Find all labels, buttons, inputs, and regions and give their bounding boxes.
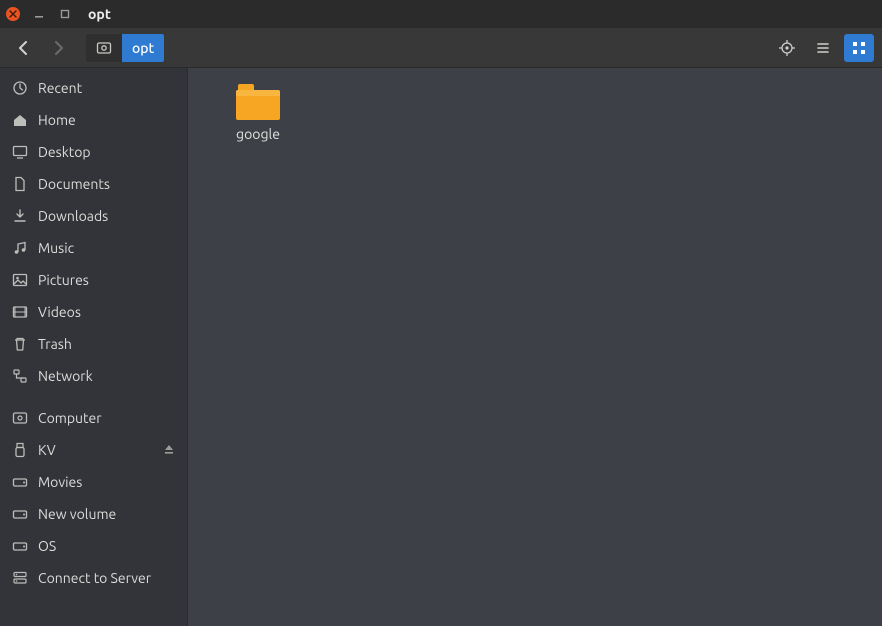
sidebar-item-label: Downloads <box>38 208 108 224</box>
sidebar-item-network[interactable]: Network <box>0 360 187 392</box>
sidebar-item-label: New volume <box>38 506 116 522</box>
list-view-icon <box>815 40 831 56</box>
sidebar-item-home[interactable]: Home <box>0 104 187 136</box>
sidebar-item-label: Connect to Server <box>38 570 151 586</box>
sidebar-item-label: OS <box>38 538 56 554</box>
path-segment-root[interactable] <box>86 34 122 62</box>
sidebar-item-label: Music <box>38 240 74 256</box>
usb-icon <box>12 442 28 458</box>
nav-back-button[interactable] <box>16 40 32 56</box>
location-button[interactable] <box>772 34 802 62</box>
sidebar-item-os[interactable]: OS <box>0 530 187 562</box>
path-current-label: opt <box>132 40 154 56</box>
trash-icon <box>12 336 28 352</box>
sidebar-item-label: Home <box>38 112 76 128</box>
sidebar-item-label: Documents <box>38 176 110 192</box>
sidebar-item-trash[interactable]: Trash <box>0 328 187 360</box>
downloads-icon <box>12 208 28 224</box>
folder-item[interactable]: google <box>210 84 306 142</box>
desktop-icon <box>12 144 28 160</box>
window-close-button[interactable] <box>6 7 20 21</box>
sidebar-item-kv[interactable]: KV <box>0 434 187 466</box>
toolbar: opt <box>0 28 882 68</box>
sidebar-item-label: KV <box>38 442 56 458</box>
drive-icon <box>12 506 28 522</box>
sidebar-item-label: Videos <box>38 304 81 320</box>
workspace: Recent Home Desktop Documents Downloads … <box>0 68 882 626</box>
sidebar-item-new-volume[interactable]: New volume <box>0 498 187 530</box>
sidebar-item-downloads[interactable]: Downloads <box>0 200 187 232</box>
path-segment-current[interactable]: opt <box>122 34 164 62</box>
eject-icon <box>163 443 175 455</box>
path-bar[interactable]: opt <box>86 34 164 62</box>
sidebar-item-label: Recent <box>38 80 82 96</box>
server-icon <box>12 570 28 586</box>
sidebar-item-recent[interactable]: Recent <box>0 72 187 104</box>
sidebar-item-documents[interactable]: Documents <box>0 168 187 200</box>
sidebar-item-computer[interactable]: Computer <box>0 402 187 434</box>
window-maximize-button[interactable] <box>58 7 72 21</box>
location-icon <box>778 39 796 57</box>
sidebar: Recent Home Desktop Documents Downloads … <box>0 68 188 626</box>
videos-icon <box>12 304 28 320</box>
computer-icon <box>12 410 28 426</box>
grid-view-icon <box>851 40 867 56</box>
drive-icon <box>12 474 28 490</box>
nav-buttons <box>8 40 74 56</box>
drive-icon <box>12 538 28 554</box>
folder-label: google <box>236 126 280 142</box>
sidebar-item-label: Movies <box>38 474 82 490</box>
sidebar-item-desktop[interactable]: Desktop <box>0 136 187 168</box>
close-icon <box>9 10 17 18</box>
network-icon <box>12 368 28 384</box>
sidebar-item-connect-server[interactable]: Connect to Server <box>0 562 187 594</box>
pictures-icon <box>12 272 28 288</box>
documents-icon <box>12 176 28 192</box>
sidebar-item-music[interactable]: Music <box>0 232 187 264</box>
sidebar-item-pictures[interactable]: Pictures <box>0 264 187 296</box>
disk-icon <box>96 40 112 56</box>
toolbar-actions <box>772 34 874 62</box>
list-view-button[interactable] <box>808 34 838 62</box>
music-icon <box>12 240 28 256</box>
grid-view-button[interactable] <box>844 34 874 62</box>
sidebar-item-label: Desktop <box>38 144 91 160</box>
folder-icon <box>236 84 280 120</box>
recent-icon <box>12 80 28 96</box>
window-minimize-button[interactable] <box>32 7 46 21</box>
sidebar-item-videos[interactable]: Videos <box>0 296 187 328</box>
sidebar-item-label: Computer <box>38 410 102 426</box>
sidebar-item-movies[interactable]: Movies <box>0 466 187 498</box>
minimize-icon <box>34 9 44 19</box>
sidebar-item-label: Trash <box>38 336 72 352</box>
nav-forward-button[interactable] <box>50 40 66 56</box>
title-bar: opt <box>0 0 882 28</box>
chevron-right-icon <box>52 41 64 55</box>
sidebar-item-label: Network <box>38 368 93 384</box>
chevron-left-icon <box>18 41 30 55</box>
home-icon <box>12 112 28 128</box>
window-title: opt <box>88 6 111 22</box>
sidebar-item-label: Pictures <box>38 272 89 288</box>
content-area[interactable]: google <box>188 68 882 626</box>
window-controls <box>6 7 72 21</box>
eject-button[interactable] <box>163 442 175 458</box>
maximize-icon <box>60 9 70 19</box>
